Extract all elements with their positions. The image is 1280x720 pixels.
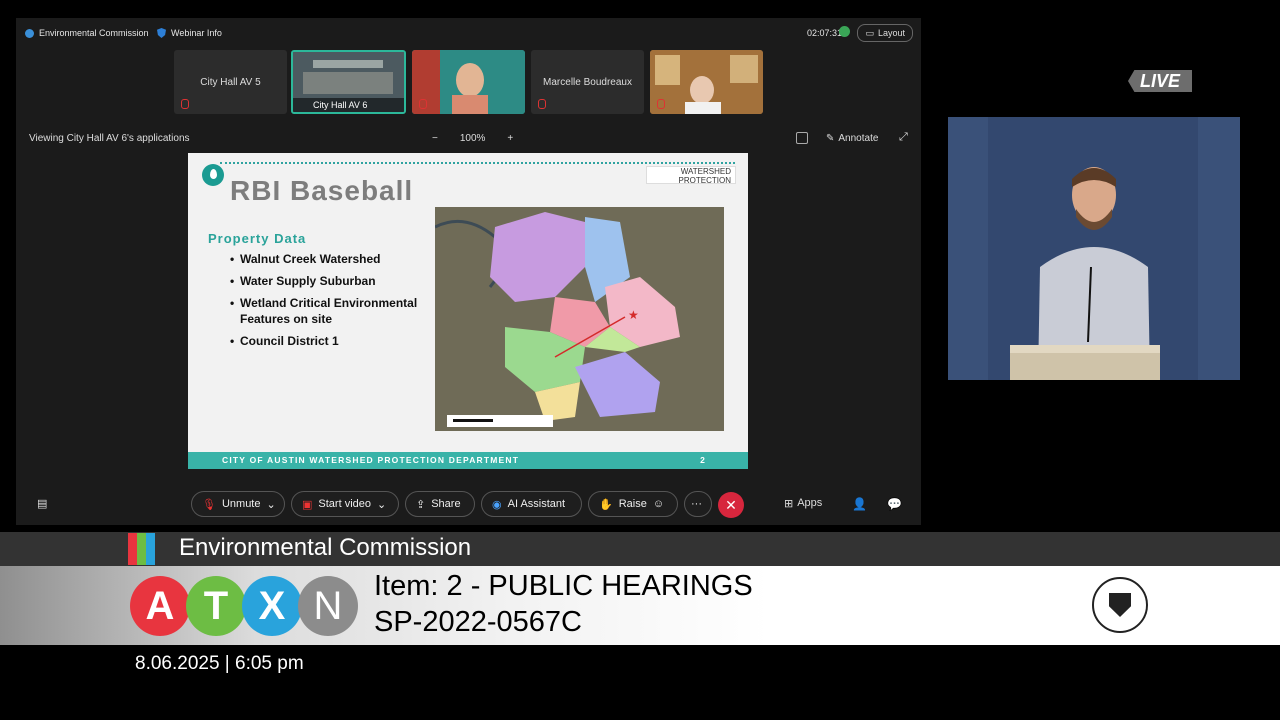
webex-icon xyxy=(25,28,34,38)
webinar-info-item[interactable]: Webinar Info xyxy=(157,28,222,38)
svg-text:★: ★ xyxy=(628,308,639,322)
fullscreen-icon[interactable]: ⤢ xyxy=(899,131,908,144)
participant-name: Marcelle Boudreaux xyxy=(543,77,632,88)
elapsed-time: 02:07:31 xyxy=(806,28,842,38)
zoom-level: 100% xyxy=(459,133,486,144)
slide-title: RBI Baseball xyxy=(230,175,414,206)
participant-name: City Hall AV 5 xyxy=(200,77,261,88)
atxn-letter: T xyxy=(186,576,246,636)
reactions-icon: ☺ xyxy=(652,498,665,510)
meeting-title-item[interactable]: Environmental Commission xyxy=(25,28,149,38)
muted-mic-icon xyxy=(181,99,189,109)
city-of-austin-seal xyxy=(1092,577,1148,633)
participant-name: City Hall AV 6 xyxy=(293,98,404,112)
apps-label: Apps xyxy=(797,497,823,509)
viewing-text: Viewing City Hall AV 6's applications xyxy=(29,133,190,144)
ai-assistant-icon: ◉ xyxy=(492,498,502,511)
meeting-title: Environmental Commission xyxy=(39,28,149,38)
stripe-green xyxy=(137,533,146,565)
zoom-in-button[interactable]: + xyxy=(507,133,513,144)
screen-view-icon[interactable] xyxy=(796,132,808,144)
live-badge: LIVE xyxy=(1128,70,1192,92)
muted-mic-icon xyxy=(419,99,427,109)
meeting-topbar: Environmental Commission Webinar Info 02… xyxy=(16,18,921,48)
muted-mic-icon xyxy=(538,99,546,109)
list-item: Council District 1 xyxy=(230,333,430,349)
case-number: SP-2022-0567C xyxy=(374,606,582,638)
atxn-logo: A T X N xyxy=(130,576,358,636)
ai-assistant-button[interactable]: ◉ AI Assistant xyxy=(481,491,582,517)
color-stripes xyxy=(128,533,155,565)
chat-icon[interactable]: 💬 xyxy=(887,497,902,511)
more-icon: ··· xyxy=(691,498,702,510)
pen-icon: ✎ xyxy=(826,133,835,144)
chevron-down-icon: ⌄ xyxy=(377,498,387,511)
property-data-heading: Property Data xyxy=(208,231,307,246)
muted-mic-icon xyxy=(657,99,665,109)
list-item: Walnut Creek Watershed xyxy=(230,251,430,267)
hand-icon: ✋ xyxy=(599,498,613,511)
webinar-info-label: Webinar Info xyxy=(171,28,222,38)
raise-hand-button[interactable]: ✋ Raise ☺ xyxy=(588,491,678,517)
slide-footer: CITY OF AUSTIN WATERSHED PROTECTION DEPA… xyxy=(188,452,748,469)
connection-status-icon xyxy=(839,26,850,37)
atxn-letter: A xyxy=(130,576,190,636)
watershed-map: ★ xyxy=(435,207,724,431)
atxn-letter: N xyxy=(298,576,358,636)
more-options-button[interactable]: ··· xyxy=(684,491,712,517)
participant-tile-active[interactable]: City Hall AV 6 xyxy=(291,50,406,114)
list-item: Wetland Critical Environmental Features … xyxy=(230,295,430,327)
start-video-label: Start video xyxy=(318,498,371,510)
stripe-blue xyxy=(146,533,155,565)
commission-title: Environmental Commission xyxy=(179,534,472,561)
start-video-button[interactable]: ▣ Start video ⌄ xyxy=(291,491,399,517)
zoom-out-button[interactable]: − xyxy=(432,133,438,144)
meeting-controls: ▤ 🎙 Unmute ⌄ ▣ Start video ⌄ ⇪ Share ◉ A… xyxy=(16,491,921,521)
participant-tile[interactable] xyxy=(412,50,525,114)
layout-label: Layout xyxy=(877,28,905,38)
captions-icon[interactable]: ▤ xyxy=(37,497,47,510)
footer-text: CITY OF AUSTIN WATERSHED PROTECTION DEPA… xyxy=(222,455,520,465)
chevron-down-icon: ⌄ xyxy=(266,498,276,511)
raise-label: Raise xyxy=(618,498,647,510)
participant-tile[interactable]: Marcelle Boudreaux xyxy=(531,50,644,114)
slide-divider xyxy=(220,162,735,164)
annotate-button[interactable]: ✎ Annotate xyxy=(826,133,878,144)
video-thumbnail xyxy=(650,50,763,114)
share-viewbar: Viewing City Hall AV 6's applications − … xyxy=(16,130,921,148)
layout-icon: ▭ xyxy=(865,28,874,38)
presenter-camera-feed xyxy=(948,117,1240,380)
share-label: Share xyxy=(431,498,461,510)
layout-button[interactable]: ▭ Layout xyxy=(857,24,913,42)
watershed-protection-logo: WATERSHED PROTECTION xyxy=(646,166,736,185)
broadcast-datetime: 8.06.2025 | 6:05 pm xyxy=(135,653,304,674)
end-meeting-button[interactable]: ✕ xyxy=(718,492,744,518)
unmute-button[interactable]: 🎙 Unmute ⌄ xyxy=(191,491,285,517)
ai-assistant-label: AI Assistant xyxy=(507,498,566,510)
mic-muted-icon: 🎙 xyxy=(202,498,216,511)
shield-icon xyxy=(157,28,166,38)
video-off-icon: ▣ xyxy=(302,498,313,511)
slide-page-number: 2 xyxy=(700,455,706,465)
apps-button[interactable]: ⊞ Apps xyxy=(784,497,822,510)
share-button[interactable]: ⇪ Share xyxy=(405,491,475,517)
apps-icon: ⊞ xyxy=(784,498,794,510)
agenda-item-title: Item: 2 - PUBLIC HEARINGS xyxy=(374,570,753,602)
zoom-controls: − 100% + xyxy=(432,133,513,144)
atxn-letter: X xyxy=(242,576,302,636)
property-data-list: Walnut Creek Watershed Water Supply Subu… xyxy=(230,251,430,355)
participant-tile[interactable]: City Hall AV 5 xyxy=(174,50,287,114)
participants-icon[interactable]: 👤 xyxy=(852,497,867,511)
annotate-label: Annotate xyxy=(838,133,879,144)
stripe-red xyxy=(128,533,137,565)
water-drop-icon xyxy=(202,164,224,186)
presenter-video xyxy=(948,117,1240,380)
unmute-label: Unmute xyxy=(221,498,261,510)
participant-tile[interactable] xyxy=(650,50,763,114)
share-icon: ⇪ xyxy=(416,498,426,511)
map-image: ★ xyxy=(435,207,724,431)
shared-slide: RBI Baseball WATERSHED PROTECTION Proper… xyxy=(188,153,748,469)
video-thumbnail xyxy=(412,50,525,114)
list-item: Water Supply Suburban xyxy=(230,273,430,289)
